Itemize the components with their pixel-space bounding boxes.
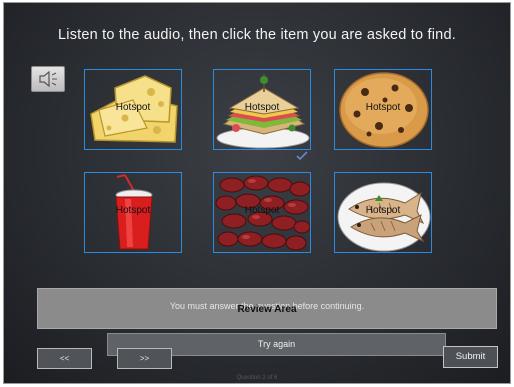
hotspot-label: Hotspot	[365, 205, 401, 216]
audio-button[interactable]	[31, 66, 65, 92]
hotspot-label: Hotspot	[244, 102, 280, 113]
submit-button[interactable]: Submit	[443, 346, 498, 368]
hotspot-cookie[interactable]: Hotspot	[334, 69, 432, 150]
hotspot-label: Hotspot	[365, 102, 401, 113]
instruction-text: Listen to the audio, then click the item…	[58, 27, 456, 43]
hotspot-cheese[interactable]: Hotspot	[84, 69, 182, 150]
question-progress: Question 2 of 6	[236, 375, 278, 381]
hotspot-label: Hotspot	[244, 205, 280, 216]
previous-button[interactable]: <<	[37, 348, 92, 369]
hotspot-label: Hotspot	[115, 205, 151, 216]
hotspot-beans[interactable]: Hotspot	[213, 172, 311, 253]
review-area-label: Review Area	[237, 304, 297, 315]
speaker-icon	[39, 70, 57, 88]
review-area: You must answer the question before cont…	[37, 288, 497, 329]
hotspot-label: Hotspot	[115, 102, 151, 113]
hotspot-soda[interactable]: Hotspot	[84, 172, 182, 253]
hotspot-sandwich[interactable]: Hotspot	[213, 69, 311, 150]
checkmark-icon	[296, 151, 308, 161]
next-button[interactable]: >>	[117, 348, 172, 369]
hotspot-fish[interactable]: Hotspot	[334, 172, 432, 253]
